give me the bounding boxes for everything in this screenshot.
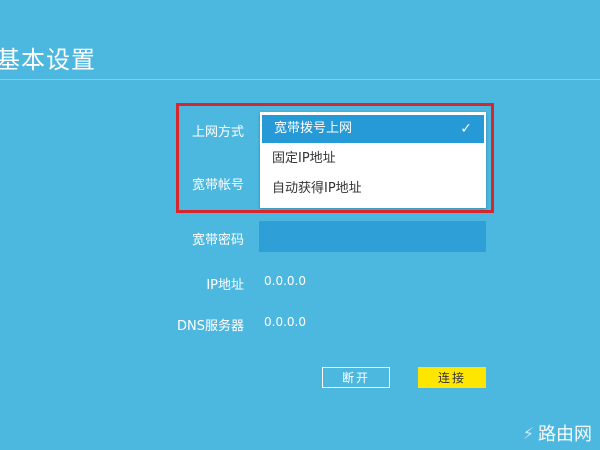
ip-value: 0.0.0.0	[264, 274, 306, 288]
dns-value: 0.0.0.0	[264, 315, 306, 329]
dns-label: DNS服务器	[177, 319, 244, 334]
watermark: ⚡ 路由网	[523, 420, 592, 446]
connect-button[interactable]: 连接	[418, 367, 486, 388]
title-divider	[0, 79, 600, 80]
watermark-text: 路由网	[538, 424, 592, 445]
watermark-logo-icon: ⚡	[522, 423, 534, 443]
disconnect-button[interactable]: 断开	[322, 367, 390, 388]
ip-label: IP地址	[206, 278, 244, 293]
password-label: 宽带密码	[191, 233, 244, 248]
password-input[interactable]	[259, 221, 486, 252]
highlight-annotation-box	[176, 103, 494, 213]
page-title: 基本设置	[0, 46, 96, 74]
